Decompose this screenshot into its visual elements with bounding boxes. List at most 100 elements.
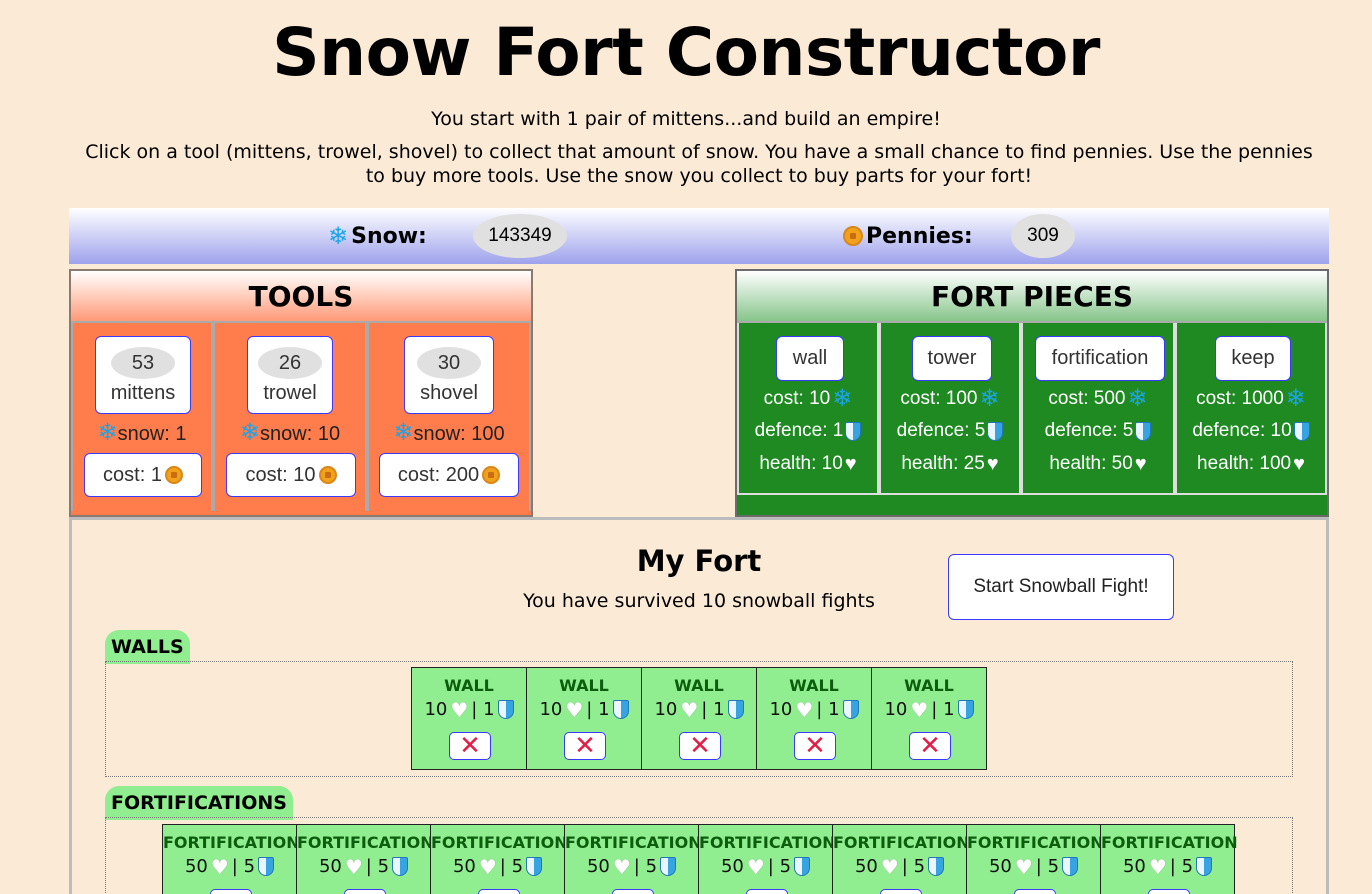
tool-cell-trowel: 26 trowel ❄snow: 10 cost: 10 [213, 323, 367, 511]
block-title: WALL [904, 676, 954, 695]
intro-line-2: Click on a tool (mittens, trowel, shovel… [85, 141, 1313, 187]
buy-keep-button[interactable]: keep [1215, 336, 1291, 381]
remove-block-button[interactable]: ✕ [612, 889, 654, 894]
fortifications-container: FORTIFICATION50♥| 5✕FORTIFICATION50♥| 5✕… [105, 817, 1293, 894]
shovel-tool-button[interactable]: 30 shovel [404, 336, 494, 414]
buy-fortification-button[interactable]: fortification [1035, 336, 1165, 381]
heart-icon: ♥ [1014, 854, 1033, 879]
piece-health: health: 25 ♥ [901, 453, 999, 475]
fortification-block: FORTIFICATION 50♥| 5 ✕ [162, 824, 300, 894]
remove-block-button[interactable]: ✕ [449, 732, 491, 760]
snow-label: Snow: [351, 223, 427, 249]
fortification-block: FORTIFICATION 50♥| 5 ✕ [966, 824, 1104, 894]
remove-block-button[interactable]: ✕ [478, 889, 520, 894]
snow-value: 143349 [473, 214, 567, 258]
block-health: 50 [452, 856, 476, 877]
heart-icon: ♥ [478, 854, 497, 879]
heart-icon: ♥ [910, 697, 929, 722]
tool-cell-shovel: 30 shovel ❄snow: 100 cost: 200 [367, 323, 531, 511]
piece-cell-wall: wall cost: 10 ❄ defence: 1 health: 10 ♥ [737, 323, 879, 495]
shield-icon [794, 857, 811, 876]
block-defence: | 1 [471, 699, 495, 720]
remove-block-button[interactable]: ✕ [1148, 889, 1190, 894]
shield-icon [258, 857, 275, 876]
piece-defence: defence: 10 [1177, 420, 1325, 442]
block-defence: | 5 [499, 856, 524, 877]
block-health: 50 [184, 856, 208, 877]
block-defence: | 1 [701, 699, 725, 720]
block-title: WALL [444, 676, 494, 695]
fortification-block: FORTIFICATION 50♥| 5 ✕ [296, 824, 434, 894]
block-defence: | 5 [901, 856, 926, 877]
block-health: 10 [884, 699, 908, 720]
pennies-label: Pennies: [866, 223, 973, 249]
heart-icon: ♥ [450, 697, 469, 722]
stats-bar: ❄ Snow: 143349 Pennies: 309 [69, 208, 1329, 264]
heart-icon: ♥ [746, 854, 765, 879]
fortification-block: FORTIFICATION 50♥| 5 ✕ [430, 824, 568, 894]
piece-cost: cost: 100 ❄ [900, 385, 1000, 412]
mittens-tool-button[interactable]: 53 mittens [95, 336, 191, 414]
tool-snow-yield: ❄snow: 100 [393, 419, 505, 446]
block-stats: 50 ♥ | 5 [297, 856, 430, 877]
coin-icon [482, 466, 501, 484]
block-stats: 10 ♥ | 1 [642, 699, 756, 720]
heart-icon: ♥ [210, 854, 229, 879]
block-defence: | 5 [633, 856, 658, 877]
block-stats: 50 ♥ | 5 [431, 856, 564, 877]
shield-icon [526, 857, 543, 876]
shield-icon [727, 700, 744, 719]
block-stats: 50 ♥ | 5 [163, 856, 296, 877]
shield-icon [957, 700, 974, 719]
my-fort-section: My Fort You have survived 10 snowball fi… [69, 517, 1329, 894]
shield-icon [987, 421, 1004, 441]
remove-block-button[interactable]: ✕ [746, 889, 788, 894]
coin-icon [843, 226, 863, 246]
pennies-value: 309 [1011, 214, 1075, 258]
wall-block: WALL 10 ♥ | 1 ✕ [871, 667, 987, 770]
wall-block: WALL 10 ♥ | 1 ✕ [526, 667, 642, 770]
snow-stat: ❄ Snow: [328, 208, 427, 264]
piece-cell-keep: keep cost: 1000 ❄ defence: 10 health: 100… [1175, 323, 1327, 495]
shield-icon [497, 700, 514, 719]
remove-block-button[interactable]: ✕ [679, 732, 721, 760]
buy-trowel-button[interactable]: cost: 10 [226, 453, 356, 497]
start-snowball-fight-button[interactable]: Start Snowball Fight! [948, 554, 1174, 620]
page-title: Snow Fort Constructor [272, 14, 1100, 91]
heart-icon: ♥ [612, 854, 631, 879]
remove-block-button[interactable]: ✕ [564, 732, 606, 760]
buy-shovel-button[interactable]: cost: 200 [379, 453, 519, 497]
remove-block-button[interactable]: ✕ [344, 889, 386, 894]
tools-heading: TOOLS [71, 271, 531, 323]
buy-tower-button[interactable]: tower [912, 336, 992, 381]
heart-icon: ♥ [680, 697, 699, 722]
tool-name: shovel [420, 382, 478, 404]
remove-block-button[interactable]: ✕ [210, 889, 252, 894]
shield-icon [1293, 421, 1310, 441]
block-health: 10 [539, 699, 563, 720]
remove-block-button[interactable]: ✕ [880, 889, 922, 894]
trowel-tool-button[interactable]: 26 trowel [247, 336, 333, 414]
block-stats: 50 ♥ | 5 [565, 856, 698, 877]
shield-icon [928, 857, 945, 876]
block-defence: | 5 [1169, 856, 1194, 877]
buy-mittens-button[interactable]: cost: 1 [84, 453, 202, 497]
intro-line-1: You start with 1 pair of mittens...and b… [431, 108, 941, 130]
remove-block-button[interactable]: ✕ [794, 732, 836, 760]
fortification-block: FORTIFICATION 50♥| 5 ✕ [564, 824, 702, 894]
wall-block: WALL 10 ♥ | 1 ✕ [756, 667, 872, 770]
piece-health: health: 10 ♥ [759, 453, 857, 475]
tool-cell-mittens: 53 mittens ❄snow: 1 cost: 1 [71, 323, 213, 511]
remove-block-button[interactable]: ✕ [1014, 889, 1056, 894]
remove-block-button[interactable]: ✕ [909, 732, 951, 760]
heart-icon: ♥ [1148, 854, 1167, 879]
tool-count: 30 [417, 347, 481, 379]
shield-icon [842, 700, 859, 719]
piece-cost: cost: 1000 ❄ [1196, 385, 1306, 412]
block-title: WALL [559, 676, 609, 695]
walls-label: WALLS [105, 630, 190, 664]
snowflake-icon: ❄ [328, 222, 349, 250]
wall-block: WALL 10 ♥ | 1 ✕ [641, 667, 757, 770]
block-stats: 10 ♥ | 1 [527, 699, 641, 720]
buy-wall-button[interactable]: wall [776, 336, 844, 381]
